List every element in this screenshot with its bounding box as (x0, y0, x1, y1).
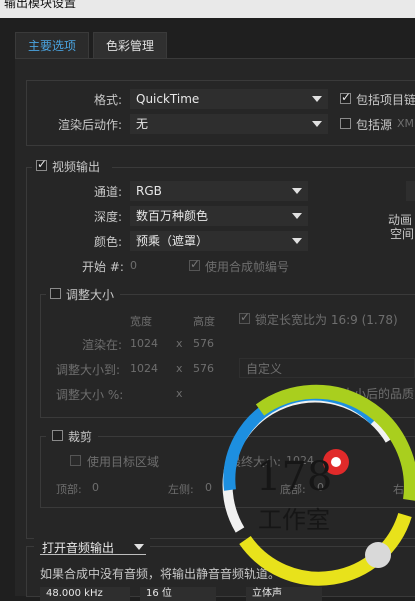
percent-x-separator: x (176, 387, 183, 400)
use-comp-frame-label: 使用合成帧编号 (205, 260, 290, 274)
post-render-label: 渲染后动作: (58, 118, 123, 132)
use-comp-frame-checkbox[interactable]: ✓ (189, 257, 201, 271)
include-project-link-checkbox[interactable]: ✓ (340, 90, 352, 104)
crop-bottom-value[interactable]: 0 (317, 481, 324, 494)
resize-width-input[interactable]: 1024 (130, 362, 158, 375)
format-value: QuickTime (136, 92, 200, 106)
crop-left-value[interactable]: 0 (205, 481, 212, 494)
audio-channel-dropdown[interactable]: 立体声 (246, 587, 322, 601)
checkmark-icon: ✓ (341, 90, 352, 104)
format-label: 格式: (94, 93, 123, 107)
chevron-down-icon (292, 188, 302, 194)
use-target-region-label: 使用目标区域 (87, 455, 160, 469)
resize-checkbox[interactable] (50, 288, 61, 299)
chevron-down-icon (134, 544, 144, 550)
resize-preset-dropdown[interactable]: 自定义 (239, 358, 415, 378)
color-value: 预乘（遮罩） (136, 234, 209, 248)
channel-value: RGB (136, 184, 162, 198)
format-options-button[interactable] (406, 181, 415, 201)
window-title-bar: 输出模块设置 (0, 0, 415, 18)
window-title: 输出模块设置 (4, 0, 77, 10)
resize-x-separator: x (176, 362, 183, 375)
audio-rate-dropdown[interactable]: 48.000 kHz (40, 587, 130, 601)
tab-main-options[interactable]: 主要选项 (15, 32, 90, 59)
include-project-link-label: 包括项目链 (356, 93, 415, 107)
resize-preset-value: 自定义 (246, 362, 283, 376)
width-header: 宽度 (130, 315, 152, 328)
render-height-value: 576 (193, 337, 214, 350)
crop-checkbox[interactable] (52, 430, 63, 441)
lock-aspect-checkbox[interactable]: ✓ (239, 310, 251, 324)
xmp-suffix: XMP (397, 117, 415, 130)
checkmark-icon: ✓ (37, 157, 48, 171)
chevron-down-icon (312, 96, 322, 102)
audio-output-dropdown[interactable]: 打开音频输出 (38, 539, 148, 555)
audio-note: 如果合成中没有音频，将输出静音音频轨道。 (40, 567, 281, 581)
crop-left-label: 左侧: (168, 483, 194, 496)
depth-label: 深度: (94, 210, 123, 224)
audio-bits-dropdown[interactable]: 16 位 (140, 587, 216, 601)
final-size-value: 1024 (286, 454, 314, 467)
checkmark-icon: ✓ (190, 257, 201, 271)
post-render-value: 无 (136, 117, 149, 131)
lock-aspect-label: 锁定长宽比为 16:9 (1.78) (255, 313, 398, 327)
render-at-label: 渲染在: (82, 338, 123, 352)
crop-group (40, 436, 415, 508)
side-label-space: 空间 (390, 227, 415, 241)
video-output-label: 视频输出 (52, 160, 101, 174)
crop-label: 裁剪 (68, 430, 93, 444)
crop-right-label: 右侧 (393, 483, 415, 496)
color-label: 颜色: (94, 235, 123, 249)
start-frame-value[interactable]: 0 (130, 259, 137, 272)
final-size-label: 最终大小: (229, 455, 282, 469)
video-output-checkbox[interactable]: ✓ (36, 157, 48, 171)
depth-dropdown[interactable]: 数百万种颜色 (130, 206, 308, 226)
crop-bottom-label: 底部: (280, 483, 306, 496)
render-width-value: 1024 (130, 337, 158, 350)
chevron-down-icon (312, 121, 322, 127)
render-x-separator: x (176, 337, 183, 350)
use-target-region-checkbox[interactable] (70, 455, 81, 466)
resize-label: 调整大小 (66, 288, 115, 302)
crop-top-value[interactable]: 0 (92, 481, 99, 494)
checkmark-icon: ✓ (240, 310, 251, 324)
resize-quality-label: 调整大小后的品质 (318, 387, 415, 401)
include-source-xmp-checkbox[interactable] (340, 118, 351, 129)
resize-height-input[interactable]: 576 (193, 362, 214, 375)
chevron-down-icon (292, 213, 302, 219)
post-render-dropdown[interactable]: 无 (130, 114, 328, 134)
color-dropdown[interactable]: 预乘（遮罩） (130, 231, 308, 251)
tab-color-management[interactable]: 色彩管理 (93, 32, 168, 59)
resize-percent-label: 调整大小 %: (56, 388, 124, 402)
resize-to-label: 调整大小到: (56, 363, 121, 377)
start-frame-label: 开始 #: (82, 260, 124, 274)
height-header: 高度 (193, 315, 215, 328)
chevron-down-icon (292, 238, 302, 244)
crop-top-label: 顶部: (56, 483, 82, 496)
include-source-xmp-label: 包括源 (356, 118, 393, 132)
channel-label: 通道: (94, 185, 123, 199)
depth-value: 数百万种颜色 (136, 209, 209, 223)
channel-dropdown[interactable]: RGB (130, 181, 308, 201)
format-dropdown[interactable]: QuickTime (130, 89, 328, 109)
